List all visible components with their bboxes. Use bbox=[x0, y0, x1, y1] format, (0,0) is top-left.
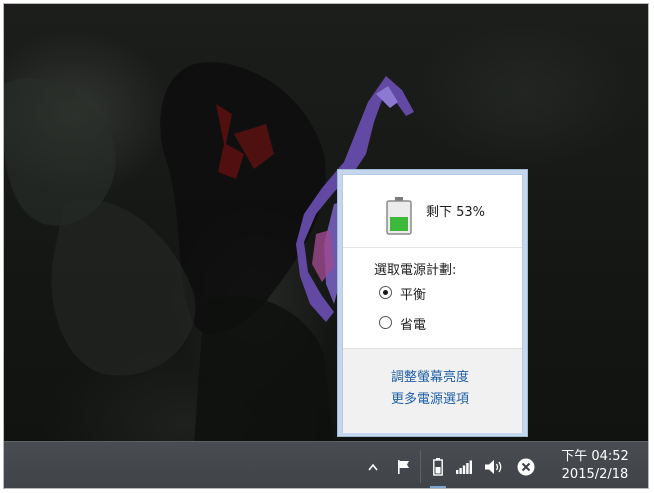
action-center-flag-icon bbox=[398, 459, 409, 474]
flyout-links-area: 調整螢幕亮度 更多電源選項 bbox=[343, 348, 522, 433]
clock-time: 下午 04:52 bbox=[561, 449, 629, 464]
network-signal-icon bbox=[456, 460, 472, 474]
adjust-brightness-link[interactable]: 調整螢幕亮度 bbox=[391, 366, 469, 385]
screenshot-frame: 剩下 53% 選取電源計劃: 平衡 省電 調整螢幕亮度 更多電源選項 下午 04… bbox=[3, 3, 649, 489]
taskbar: 下午 04:52 2015/2/18 bbox=[4, 441, 648, 488]
radio-power-saver[interactable] bbox=[379, 316, 392, 329]
plan-option-power-saver[interactable]: 省電 bbox=[379, 313, 499, 333]
close-circle-icon bbox=[517, 458, 535, 475]
chevron-up-icon bbox=[368, 463, 378, 470]
clock-date: 2015/2/18 bbox=[561, 467, 629, 482]
wallpaper-art bbox=[4, 62, 414, 444]
desktop-wallpaper bbox=[4, 4, 648, 488]
action-center-button[interactable] bbox=[392, 442, 416, 488]
battery-tray-button[interactable] bbox=[428, 442, 448, 488]
battery-remaining-text: 剩下 53% bbox=[426, 205, 486, 220]
plan-label-balanced: 平衡 bbox=[400, 288, 427, 303]
more-power-options-link[interactable]: 更多電源選項 bbox=[391, 388, 469, 407]
plan-label-power-saver: 省電 bbox=[400, 318, 427, 333]
tray-separator bbox=[420, 450, 421, 483]
network-button[interactable] bbox=[453, 442, 475, 488]
plan-option-balanced[interactable]: 平衡 bbox=[379, 283, 499, 303]
flyout-divider bbox=[343, 247, 522, 248]
battery-status: 剩下 53% bbox=[343, 175, 522, 247]
show-hidden-icons-button[interactable] bbox=[364, 442, 382, 488]
volume-icon bbox=[485, 459, 502, 474]
battery-level-icon bbox=[386, 197, 412, 235]
close-circle-button[interactable] bbox=[514, 442, 538, 488]
battery-icon bbox=[433, 457, 443, 476]
taskbar-clock[interactable]: 下午 04:52 2015/2/18 bbox=[550, 448, 640, 484]
volume-button[interactable] bbox=[482, 442, 506, 488]
power-plan-label: 選取電源計劃: bbox=[374, 263, 457, 278]
battery-flyout: 剩下 53% 選取電源計劃: 平衡 省電 調整螢幕亮度 更多電源選項 bbox=[342, 174, 523, 433]
radio-balanced[interactable] bbox=[379, 286, 392, 299]
